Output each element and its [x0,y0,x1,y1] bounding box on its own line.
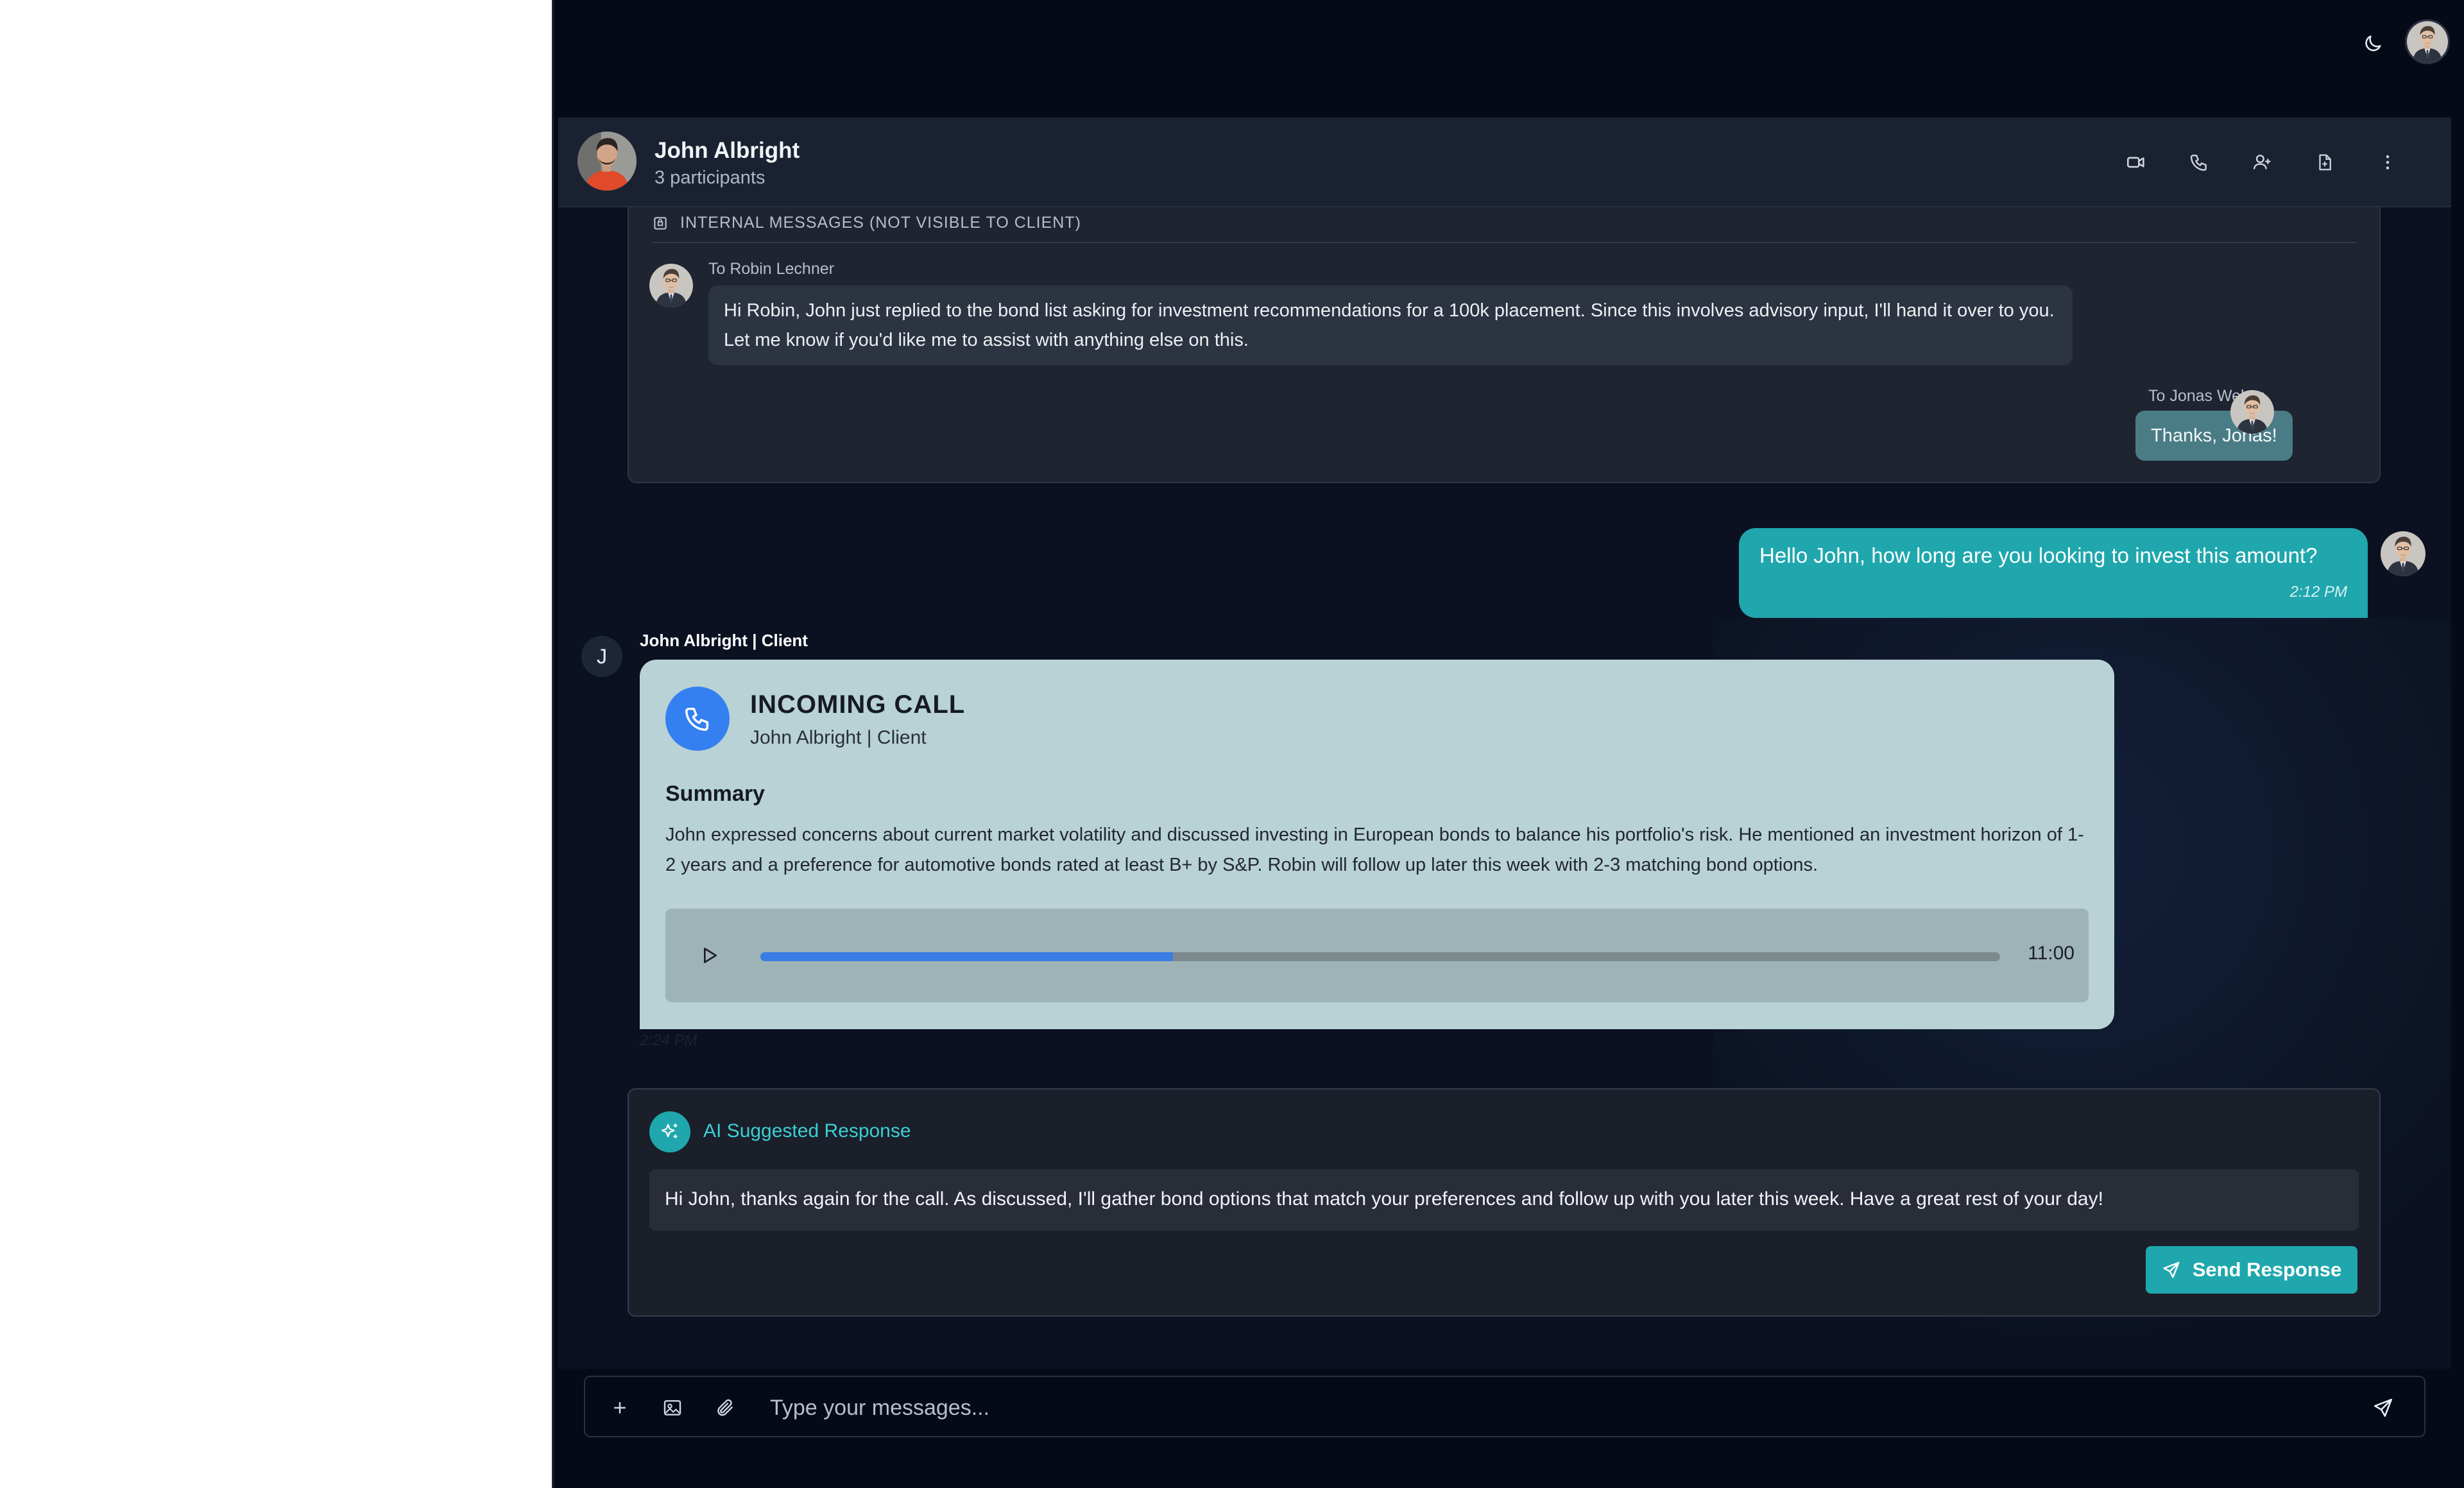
sender-avatar: J [581,636,622,677]
internal-messages-header: INTERNAL MESSAGES (NOT VISIBLE TO CLIENT… [652,214,1081,232]
image-icon [662,1398,683,1418]
ai-suggestion-label: AI Suggested Response [703,1120,911,1142]
summary-text: John expressed concerns about current ma… [665,825,2084,875]
voice-call-button[interactable] [2168,143,2230,182]
user-avatar[interactable] [2405,19,2450,64]
attach-file-button[interactable] [706,1389,744,1427]
plus-icon [610,1398,629,1417]
contact-avatar[interactable] [578,132,637,191]
ai-suggestion-panel: AI Suggested Response Hi John, thanks ag… [628,1088,2381,1317]
audio-progress-fill [760,952,1174,961]
play-button[interactable] [691,937,727,973]
ai-suggested-text[interactable]: Hi John, thanks again for the call. As d… [649,1169,2359,1231]
message-input[interactable] [769,1391,2309,1424]
audio-duration: 11:00 [2028,943,2075,964]
app-window: INTERNAL MESSAGES (NOT VISIBLE TO CLIENT… [552,0,2464,1488]
audio-progress-bar[interactable] [760,952,2000,961]
internal-messages-panel: INTERNAL MESSAGES (NOT VISIBLE TO CLIENT… [628,201,2381,483]
more-options-button[interactable] [2356,143,2419,182]
avatar [2381,531,2426,576]
send-icon [2162,1260,2181,1279]
avatar [2230,390,2274,434]
call-timestamp: 2:24 PM [640,1032,697,1049]
lock-icon [652,215,669,232]
top-bar [554,0,2464,115]
blank-left-panel [0,0,552,1488]
moon-icon [2362,33,2384,55]
attach-image-button[interactable] [653,1389,692,1427]
avatar [649,264,693,307]
sender-label: John Albright | Client [640,631,808,650]
dark-mode-toggle[interactable] [2350,26,2395,62]
phone-icon [665,687,730,751]
document-button[interactable] [2293,143,2356,182]
composer-box [584,1376,2426,1437]
play-icon [699,945,719,966]
incoming-call-card: INCOMING CALL John Albright | Client Sum… [640,660,2114,1029]
divider [652,242,2356,243]
video-call-button[interactable] [2105,143,2168,182]
paperclip-icon [715,1398,735,1418]
chat-header: John Albright 3 participants [558,117,2451,207]
participants-count[interactable]: 3 participants [654,167,766,189]
send-icon [2372,1397,2394,1419]
sparkles-icon [649,1111,690,1152]
add-button[interactable] [601,1389,639,1427]
internal-message-bubble: Hi Robin, John just replied to the bond … [708,286,2073,365]
caller-name: John Albright | Client [750,727,927,748]
outgoing-message-bubble: Hello John, how long are you looking to … [1739,528,2368,618]
call-title: INCOMING CALL [750,690,966,719]
send-response-button[interactable]: Send Response [2146,1246,2357,1294]
file-icon [2315,153,2334,172]
send-response-label: Send Response [2192,1258,2342,1281]
more-vertical-icon [2378,153,2397,172]
phone-icon [2189,152,2209,173]
user-plus-icon [2252,152,2272,173]
message-timestamp: 2:12 PM [2289,583,2347,601]
contact-name: John Albright [654,138,800,163]
audio-player: 11:00 [665,909,2089,1002]
chat-window: INTERNAL MESSAGES (NOT VISIBLE TO CLIENT… [558,117,2451,1488]
send-message-button[interactable] [2364,1389,2402,1427]
video-icon [2125,151,2147,173]
header-actions [2105,143,2419,182]
message-recipient: To Robin Lechner [708,260,834,278]
internal-messages-label: INTERNAL MESSAGES (NOT VISIBLE TO CLIENT… [680,214,1081,232]
summary-heading: Summary [665,782,765,806]
add-participant-button[interactable] [2230,143,2293,182]
message-text: Hello John, how long are you looking to … [1759,543,2318,567]
